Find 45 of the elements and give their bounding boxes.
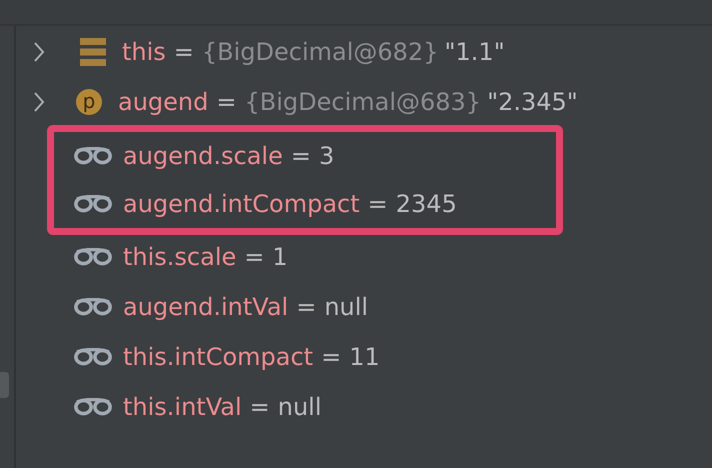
equals-sign: =: [321, 343, 342, 371]
glasses-icon: [74, 195, 112, 213]
equals-sign: =: [290, 142, 311, 170]
equals-sign: =: [216, 88, 236, 116]
watch-value: 3: [318, 142, 334, 170]
equals-sign: =: [296, 293, 316, 321]
watch-row[interactable]: this.scale = 1: [16, 232, 712, 282]
watch-value: 11: [349, 343, 380, 371]
watch-expression: this.intCompact: [123, 343, 314, 371]
object-type: {BigDecimal@683}: [244, 88, 482, 116]
watch-row[interactable]: augend.intVal = null: [16, 282, 712, 332]
gutter-handle[interactable]: [0, 372, 9, 398]
watch-row[interactable]: augend.intCompact = 2345: [54, 180, 556, 228]
watch-row[interactable]: this.intVal = null: [16, 382, 712, 432]
watch-expression: augend.scale: [123, 142, 283, 170]
stack-icon: [80, 38, 106, 66]
parameter-icon: p: [76, 89, 102, 115]
chevron-right-icon[interactable]: [32, 91, 46, 113]
variable-name: augend: [118, 88, 208, 116]
watch-expression: this.scale: [123, 243, 236, 271]
watch-expression: augend.intCompact: [123, 190, 360, 218]
glasses-icon: [74, 248, 112, 266]
glasses-icon: [74, 348, 112, 366]
watch-expression: this.intVal: [123, 393, 242, 421]
watch-value: 1: [272, 243, 288, 271]
chevron-right-icon[interactable]: [32, 41, 46, 63]
watch-value: null: [278, 393, 322, 421]
variable-value: "2.345": [487, 88, 578, 116]
watch-row[interactable]: augend.scale = 3: [54, 132, 556, 180]
watch-value: null: [324, 293, 368, 321]
variable-row[interactable]: this = {BigDecimal@682} "1.1": [16, 27, 712, 77]
watch-row[interactable]: this.intCompact = 11: [16, 332, 712, 382]
equals-sign: =: [250, 393, 270, 421]
object-type: {BigDecimal@682}: [202, 38, 438, 66]
watch-value: 2345: [396, 190, 457, 218]
variable-value: "1.1": [444, 38, 505, 66]
variable-row[interactable]: p augend = {BigDecimal@683} "2.345": [16, 77, 712, 127]
glasses-icon: [74, 298, 112, 316]
watch-expression: augend.intVal: [123, 293, 288, 321]
equals-sign: =: [368, 190, 388, 218]
equals-sign: =: [174, 38, 194, 66]
variable-name: this: [122, 38, 166, 66]
glasses-icon: [74, 398, 112, 416]
equals-sign: =: [244, 243, 264, 271]
glasses-icon: [74, 147, 112, 165]
